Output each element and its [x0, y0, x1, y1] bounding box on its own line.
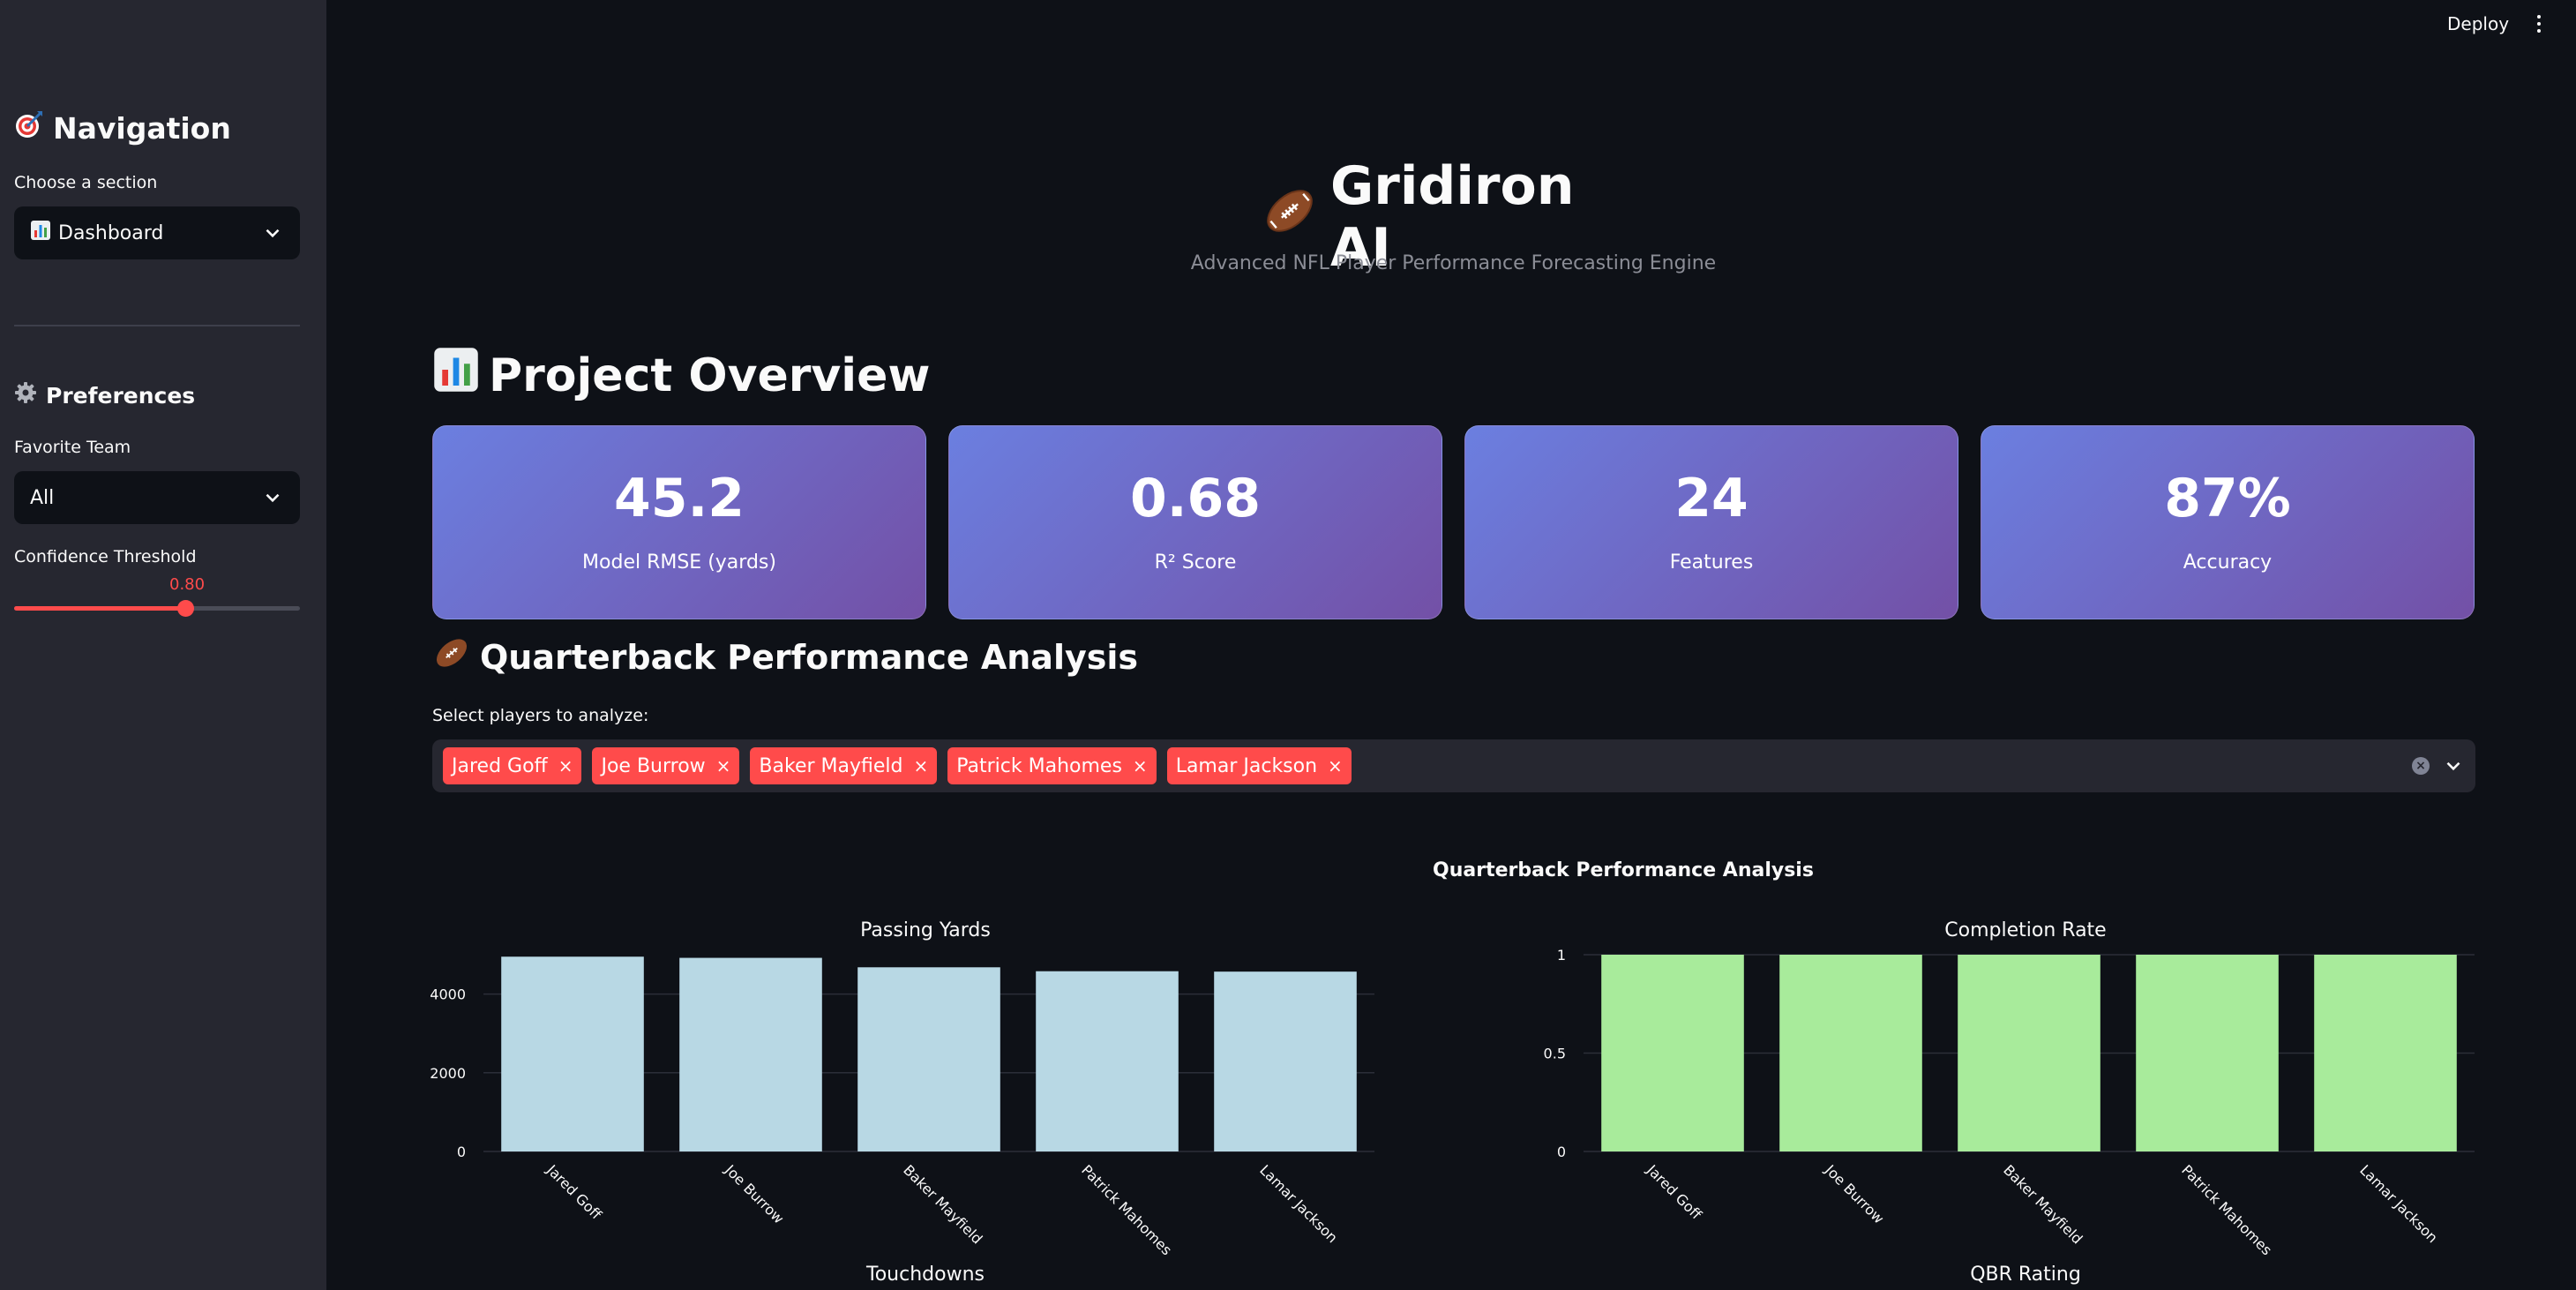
x-tick-label: Jared Goff: [543, 1161, 605, 1224]
y-tick-label: 0: [1557, 1144, 1566, 1160]
bar: [2314, 955, 2457, 1151]
x-tick-label: Joe Burrow: [721, 1161, 787, 1227]
y-tick-label: 1: [1557, 947, 1566, 964]
bar: [679, 957, 822, 1151]
qb-charts: Passing Yards 0 2000 4000 Jared Goff Joe Burr…: [430, 919, 2475, 1286]
y-tick-label: 4000: [430, 986, 466, 1003]
bar: [2136, 955, 2279, 1151]
chart-title: QBR Rating: [1970, 1264, 2081, 1286]
bar: [1214, 971, 1357, 1151]
bar: [857, 967, 1000, 1151]
y-tick-label: 0.5: [1544, 1046, 1566, 1062]
x-tick-label: Lamar Jackson: [2356, 1161, 2441, 1246]
x-tick-label: Joe Burrow: [1821, 1161, 1887, 1227]
x-tick-label: Baker Mayfield: [2000, 1161, 2086, 1247]
y-tick-label: 0: [457, 1144, 466, 1160]
x-tick-label: Baker Mayfield: [900, 1161, 985, 1247]
x-tick-label: Patrick Mahomes: [2178, 1161, 2275, 1258]
chart-title: Passing Yards: [860, 919, 991, 941]
y-tick-label: 2000: [430, 1065, 466, 1082]
chart-title: Touchdowns: [865, 1264, 985, 1286]
bar: [1036, 971, 1179, 1151]
x-tick-label: Lamar Jackson: [1256, 1161, 1341, 1246]
bar: [1779, 955, 1922, 1151]
x-tick-label: Jared Goff: [1643, 1161, 1705, 1224]
bar: [501, 956, 644, 1151]
x-tick-label: Patrick Mahomes: [1078, 1161, 1175, 1258]
bar: [1601, 955, 1744, 1151]
bar: [1958, 955, 2100, 1151]
chart-title: Completion Rate: [1944, 919, 2106, 941]
